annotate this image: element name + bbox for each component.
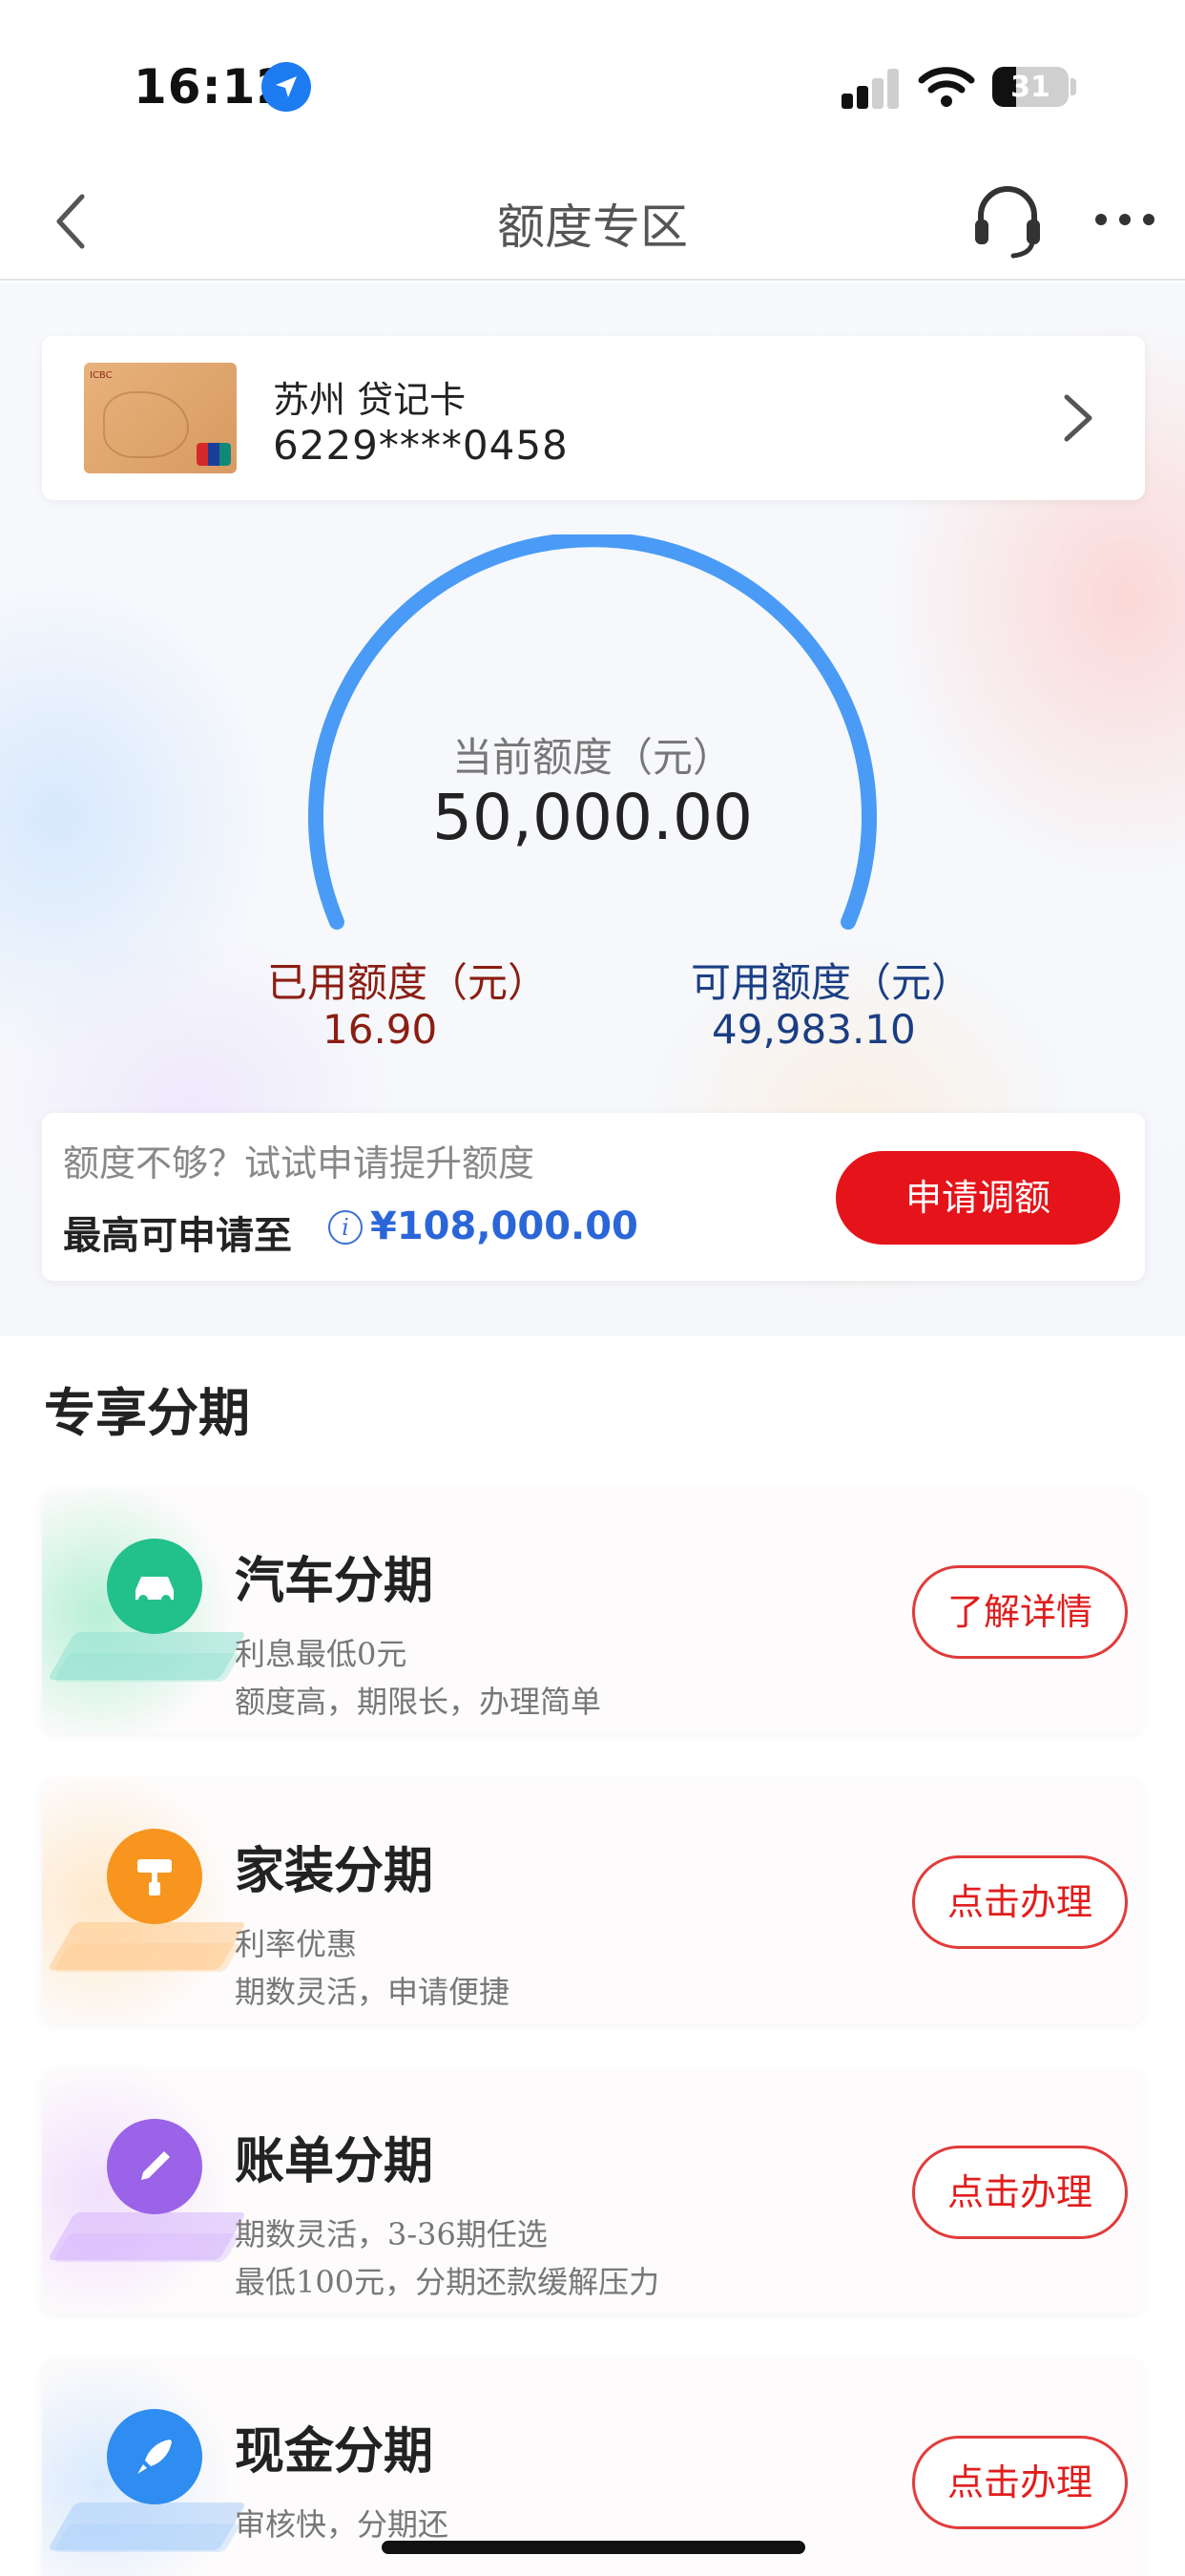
card-number: 6229****0458 [273,422,569,469]
plan-title: 账单分期 [235,2133,434,2190]
screen: 16:12 31 额度专区 ICBC 苏州 贷记卡 6229****0458 当… [0,0,1185,2576]
max-limit-label: 最高可申请至 [63,1214,292,1258]
plan-action-button[interactable]: 点击办理 [912,2436,1128,2529]
chevron-right-icon [1053,389,1101,450]
car-icon [107,1539,202,1634]
plan-card-home-decoration[interactable]: 家装分期 利率优惠 期数灵活，申请便捷 点击办理 [42,1779,1143,2023]
plan-action-button[interactable]: 点击办理 [912,2146,1128,2239]
apply-raise-button[interactable]: 申请调额 [836,1151,1120,1245]
current-limit-value: 50,000.00 [432,781,753,854]
plan-line-1: 利息最低0元 [235,1636,407,1672]
plan-title: 汽车分期 [235,1553,434,1610]
card-selector[interactable]: ICBC 苏州 贷记卡 6229****0458 [42,336,1145,500]
customer-service-button[interactable] [971,181,1044,262]
paint-roller-icon [107,1829,202,1924]
current-limit-label: 当前额度（元） [451,734,733,781]
plan-action-button[interactable]: 了解详情 [912,1565,1128,1659]
plan-title: 现金分期 [235,2423,434,2481]
info-icon[interactable]: i [328,1210,363,1245]
more-button[interactable] [1093,200,1156,239]
more-dots-icon [1095,214,1154,225]
section-title: 专享分期 [44,1383,250,1443]
plan-line-1: 利率优惠 [235,1926,358,1962]
battery-tip [1071,78,1076,95]
location-arrow-icon [261,62,311,112]
plan-action-button[interactable]: 点击办理 [912,1855,1128,1949]
cellular-signal-icon [842,69,901,109]
used-limit-value: 16.90 [322,1006,438,1053]
home-indicator[interactable] [382,2541,805,2554]
plan-title: 家装分期 [235,1843,434,1900]
status-bar: 16:12 31 [0,0,1185,162]
wifi-icon [918,65,975,113]
navigation-bar: 额度专区 [0,162,1185,281]
headset-icon [975,186,1040,259]
pen-icon [107,2119,202,2214]
plan-line-1: 审核快，分期还 [235,2506,449,2543]
used-limit-label: 已用额度（元） [267,959,549,1006]
limit-raise-panel: 额度不够？试试申请提升额度 最高可申请至 i ¥108,000.00 申请调额 [42,1113,1145,1281]
available-limit-label: 可用额度（元） [691,959,972,1006]
plan-line-2: 额度高，期限长，办理简单 [235,1684,602,1720]
available-limit-value: 49,983.10 [712,1006,916,1053]
raise-hint: 额度不够？试试申请提升额度 [63,1142,535,1184]
rocket-icon [107,2409,202,2504]
credit-card-image: ICBC [84,363,237,473]
battery-level: 31 [1010,71,1050,104]
battery-icon: 31 [992,67,1069,107]
max-limit-value: ¥108,000.00 [370,1204,638,1248]
unionpay-logo [197,443,231,466]
plan-line-1: 期数灵活，3-36期任选 [235,2216,548,2252]
card-name: 苏州 贷记卡 [273,379,467,421]
plan-card-bill[interactable]: 账单分期 期数灵活，3-36期任选 最低100元，分期还款缓解压力 点击办理 [42,2069,1143,2314]
plan-line-2: 最低100元，分期还款缓解压力 [235,2264,660,2300]
plan-card-car[interactable]: 汽车分期 利息最低0元 额度高，期限长，办理简单 了解详情 [42,1489,1143,1733]
plan-line-2: 期数灵活，申请便捷 [235,1974,510,2010]
